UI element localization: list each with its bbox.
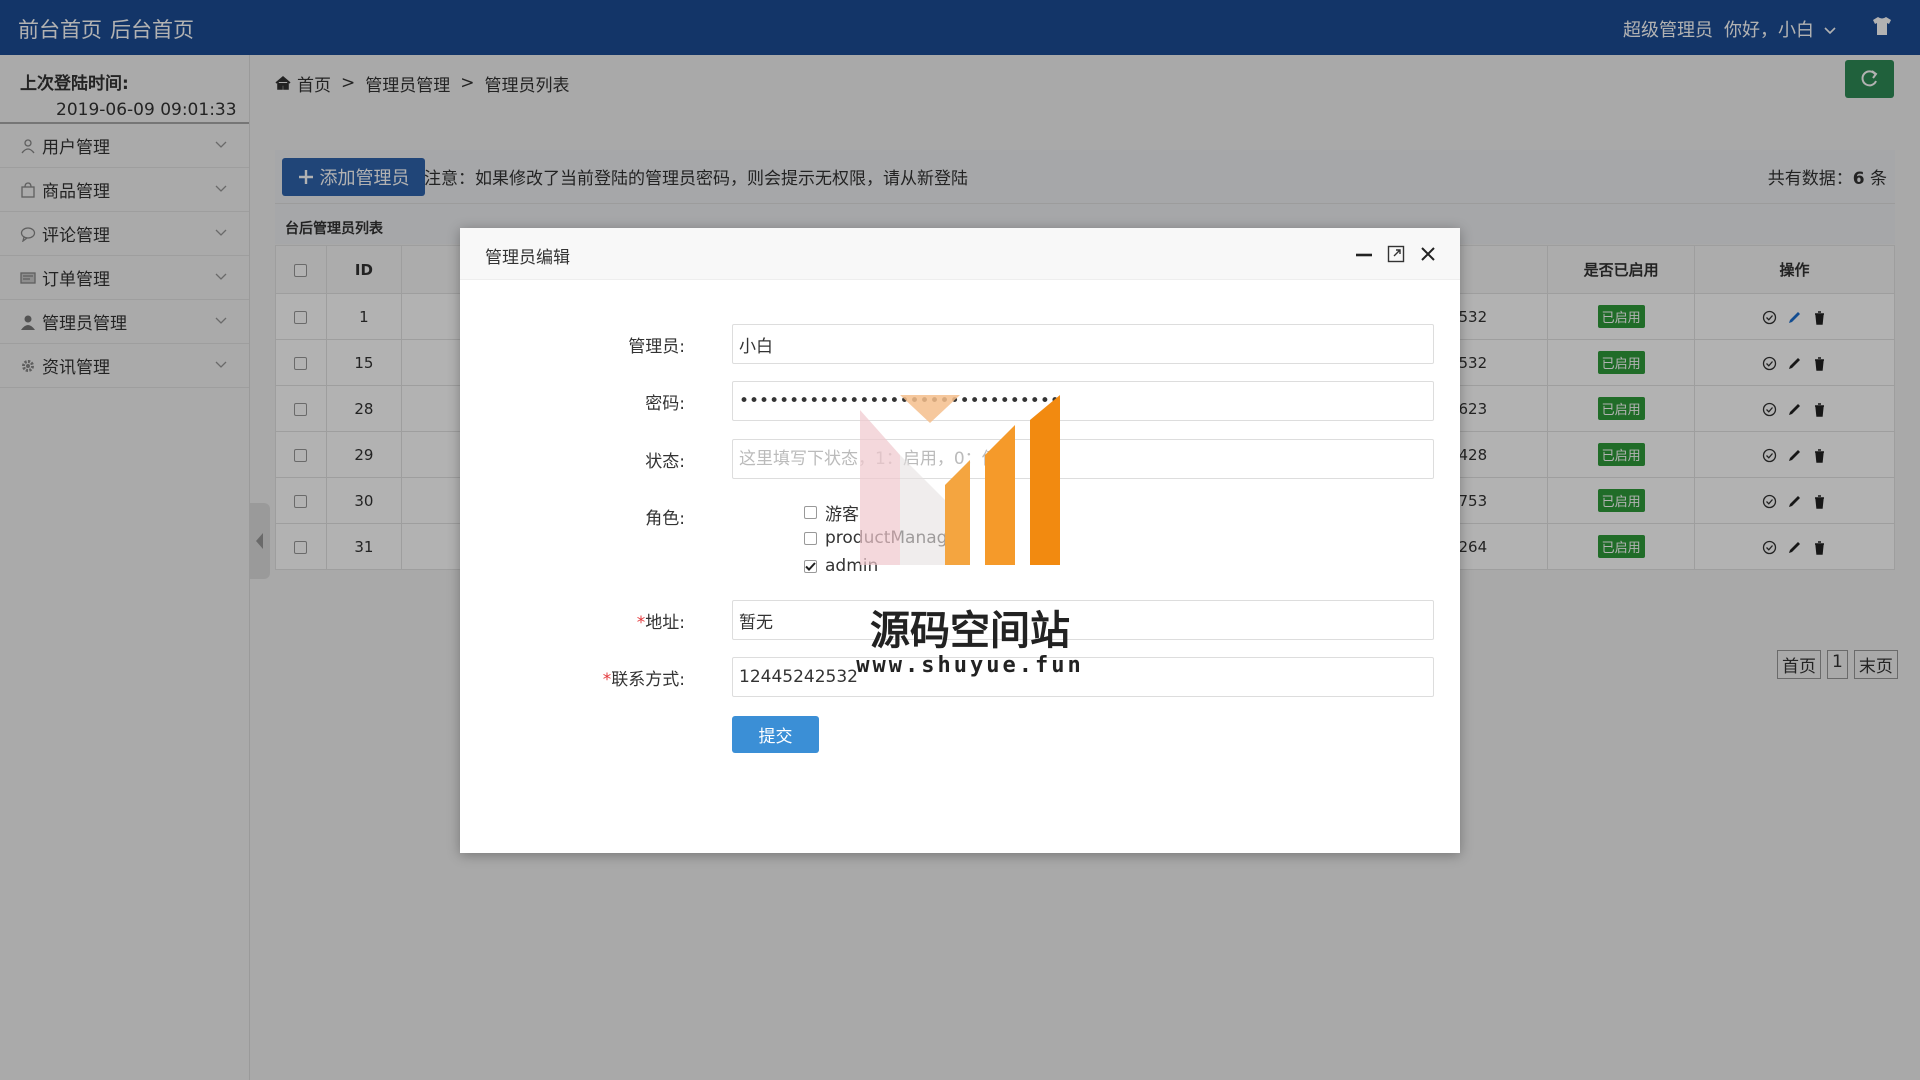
role-option-guest[interactable]: 游客 xyxy=(804,500,859,525)
submit-button[interactable]: 提交 xyxy=(732,716,819,753)
maximize-icon[interactable] xyxy=(1387,245,1405,263)
status-input[interactable] xyxy=(732,439,1434,479)
contact-label-text: 联系方式: xyxy=(611,670,685,690)
contact-input[interactable] xyxy=(732,657,1434,697)
address-label-text: 地址: xyxy=(645,613,685,633)
admin-name-row: 管理员: xyxy=(460,324,1460,364)
admin-name-label: 管理员: xyxy=(628,337,685,357)
status-row: 状态: xyxy=(460,439,1460,479)
password-input[interactable] xyxy=(732,381,1434,421)
password-row: 密码: xyxy=(460,381,1460,421)
role-checkbox-guest[interactable] xyxy=(804,506,817,519)
required-marker: * xyxy=(602,670,612,690)
admin-name-input[interactable] xyxy=(732,324,1434,364)
minimize-icon[interactable] xyxy=(1355,245,1373,263)
contact-row: *联系方式: xyxy=(460,657,1460,697)
check-icon xyxy=(805,561,816,571)
dialog-title: 管理员编辑 xyxy=(485,248,570,268)
close-icon[interactable] xyxy=(1419,245,1437,263)
role-option-admin[interactable]: admin xyxy=(804,556,878,576)
role-label: 角色: xyxy=(645,509,685,529)
role-label-admin: admin xyxy=(825,556,879,576)
status-label: 状态: xyxy=(645,452,685,472)
required-marker: * xyxy=(636,613,646,633)
password-label: 密码: xyxy=(645,394,685,414)
role-label-product-manager: productManager xyxy=(825,528,965,548)
contact-label: *联系方式: xyxy=(603,665,685,690)
role-label-guest: 游客 xyxy=(825,505,859,525)
admin-edit-dialog: 管理员编辑 管理员: 密码: 状态: 角色: 游客 productManager… xyxy=(460,228,1460,853)
role-option-product-manager[interactable]: productManager xyxy=(804,528,965,548)
dialog-header: 管理员编辑 xyxy=(460,228,1460,280)
address-input[interactable] xyxy=(732,600,1434,640)
role-checkbox-product-manager[interactable] xyxy=(804,531,817,545)
role-checkbox-admin[interactable] xyxy=(804,559,817,573)
address-row: *地址: xyxy=(460,600,1460,640)
address-label: *地址: xyxy=(637,608,685,633)
